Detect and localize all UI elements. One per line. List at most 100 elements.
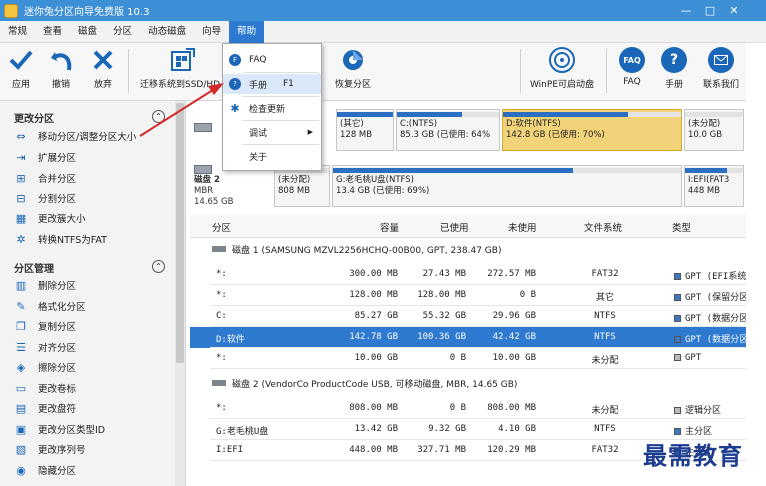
cell-unused: 0 B [519,290,536,300]
type-cell: GPT (数据分区 [674,332,748,345]
menu-divider [243,72,319,73]
menu-item-faq[interactable]: F FAQ [223,50,321,70]
disk2-partition-efi[interactable]: I:EFI(FAT3 448 MB [684,165,744,207]
recover-partition-button[interactable]: 恢复分区 [330,47,376,90]
col-unused[interactable]: 未使用 [508,220,537,234]
usage-bar [397,112,499,117]
cell-unused: 10.00 GB [492,353,536,363]
resize-icon: ⇔ [16,129,26,143]
disk1-partition-c[interactable]: C:(NTFS) 85.3 GB (已使用: 64% [396,109,500,151]
disk1-row[interactable]: 磁盘 1 (SAMSUNG MZVL2256HCHQ-00B00, GPT, 2… [190,238,746,259]
op-extend[interactable]: ⇥ 扩展分区 [14,148,76,166]
question-icon: ? [661,47,687,73]
apply-button[interactable]: 应用 [6,47,36,90]
window-title: 迷你兔分区向导免费版 10.3 [24,7,150,18]
table-row[interactable]: *: 10.00 GB 0 B 10.00 GB 未分配 GPT [190,348,746,369]
faq-label: FAQ [623,77,641,87]
type-color-swatch [674,407,681,414]
sparkle-icon: ✱ [230,101,240,115]
op-split[interactable]: ⊟ 分割分区 [14,189,76,207]
pen-icon: ✎ [16,299,26,313]
type-color-swatch [674,336,681,343]
op-copy[interactable]: ❐ 复制分区 [14,317,76,335]
table-row[interactable]: *: 300.00 MB 27.43 MB 272.57 MB FAT32 GPT (EF… [190,264,746,285]
envelope-icon [708,47,734,73]
op-change-type-id[interactable]: ▣ 更改分区类型ID [14,420,105,438]
menu-partition[interactable]: 分区 [105,21,140,43]
menu-dynamic-disk[interactable]: 动态磁盘 [140,21,194,43]
disk1-partition-other[interactable]: (其它) 128 MB [336,109,394,151]
disk1-partition-d[interactable]: D:软件(NTFS) 142.8 GB (已使用: 70%) [502,109,682,151]
col-capacity[interactable]: 容量 [380,220,399,234]
menu-item-manual[interactable]: ? 手册 F1 [223,74,321,94]
disk2-partition-g[interactable]: G:老毛桃U盘(NTFS) 13.4 GB (已使用: 69%) [332,165,682,207]
cell-partition: I:EFI [216,445,244,455]
op-cluster-size[interactable]: ▦ 更改簇大小 [14,209,86,227]
op-change-letter[interactable]: ▤ 更改盘符 [14,399,76,417]
col-used[interactable]: 已使用 [440,220,469,234]
type-color-swatch [674,354,681,361]
op-delete[interactable]: ▥ 删除分区 [14,276,76,294]
disk1-header[interactable] [194,123,212,133]
cell-filesystem: NTFS [594,424,616,434]
winpe-label: WinPE可启动盘 [529,80,595,90]
type-id-icon: ▣ [15,422,27,436]
scrollbar-thumb[interactable] [176,103,184,363]
minimize-button[interactable]: — [674,4,698,17]
disk2-header[interactable]: 磁盘 2 MBR 14.65 GB [194,165,233,208]
op-merge[interactable]: ⊞ 合并分区 [14,169,76,187]
menu-item-about[interactable]: 关于 [223,146,321,166]
maximize-button[interactable]: □ [698,4,722,17]
table-row[interactable]: C: 85.27 GB 55.32 GB 29.96 GB NTFS GPT (数据分区 [190,306,748,327]
col-filesystem[interactable]: 文件系统 [584,220,622,234]
cell-partition: D:软件 [216,335,245,345]
section-change-partition: 更改分区 [14,114,54,125]
collapse-up-icon[interactable]: ⌃ [152,260,165,273]
recover-icon [340,47,366,73]
undo-button[interactable]: 撤销 [46,47,76,90]
menu-help[interactable]: 帮助 [229,20,265,43]
manual-button[interactable]: ? 手册 [660,47,688,90]
op-hide[interactable]: ◉ 隐藏分区 [14,461,76,479]
cell-capacity: 128.00 MB [349,290,398,300]
op-wipe[interactable]: ◈ 擦除分区 [14,358,76,376]
menu-wizard[interactable]: 向导 [194,21,229,43]
menu-item-debug[interactable]: 调试 ▶ [223,122,321,142]
disk2-row[interactable]: 磁盘 2 (VendorCo ProductCode USB, 可移动磁盘, M… [190,372,746,393]
op-convert-ntfs-fat[interactable]: ✲ 转换NTFS为FAT [14,230,107,248]
op-change-label[interactable]: ▭ 更改卷标 [14,379,76,397]
op-align[interactable]: ☰ 对齐分区 [14,338,76,356]
cell-used: 27.43 MB [422,269,466,279]
help-dropdown-menu: F FAQ ? 手册 F1 ✱ 检查更新 调试 ▶ 关于 [222,43,322,171]
col-partition[interactable]: 分区 [212,220,231,234]
contact-button[interactable]: 联系我们 [698,47,744,90]
table-row[interactable]: *: 808.00 MB 0 B 808.00 MB 未分配 逻辑分区 [190,398,746,419]
watermark: 最需教育 [643,441,743,470]
op-format[interactable]: ✎ 格式化分区 [14,297,85,315]
cell-capacity: 85.27 GB [354,311,398,321]
table-row[interactable]: *: 128.00 MB 128.00 MB 0 B 其它 GPT (保留分区 [190,285,748,306]
discard-button[interactable]: 放弃 [88,47,118,90]
collapse-up-icon[interactable]: ⌃ [152,110,165,123]
disk1-unallocated[interactable]: (未分配) 10.0 GB [684,109,744,151]
close-button[interactable]: ✕ [722,4,746,17]
op-change-serial[interactable]: ▧ 更改序列号 [14,440,86,458]
disk2-unallocated[interactable]: (未分配) 808 MB [274,165,330,207]
sidebar-scrollbar[interactable] [175,101,185,486]
menu-view[interactable]: 查看 [35,21,70,43]
op-move-resize[interactable]: ⇔ 移动分区/调整分区大小 [14,127,136,145]
menu-general[interactable]: 常规 [0,21,35,43]
table-row[interactable]: D:软件 142.78 GB 100.36 GB 42.42 GB NTFS GPT (数… [190,327,748,348]
menu-item-check-update[interactable]: ✱ 检查更新 [223,98,321,118]
cell-filesystem: FAT32 [591,269,619,279]
winpe-boot-button[interactable]: WinPE可启动盘 [528,47,596,90]
main-scrollbar[interactable] [746,43,766,486]
col-type[interactable]: 类型 [672,220,691,234]
cell-filesystem: NTFS [594,311,616,321]
cell-unused: 808.00 MB [487,403,536,413]
migrate-os-button[interactable]: 迁移系统到SSD/HD [140,47,224,90]
submenu-arrow-icon: ▶ [307,128,313,136]
menu-disk[interactable]: 磁盘 [70,21,105,43]
usage-bar [333,168,681,173]
faq-button[interactable]: FAQ FAQ [618,47,646,87]
